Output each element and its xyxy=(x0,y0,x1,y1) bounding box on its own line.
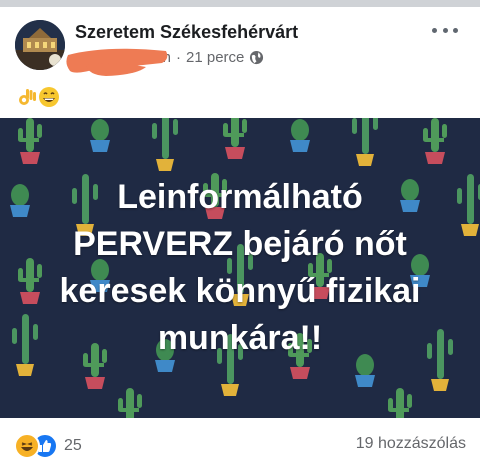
meta-separator: · xyxy=(176,49,181,66)
globe-icon xyxy=(249,50,264,65)
post-message-line: munkára!! xyxy=(157,319,323,357)
redaction-mark xyxy=(66,48,168,76)
post-message-line: Leinformálható xyxy=(117,178,363,216)
group-name[interactable]: Szeretem Székesfehérvárt xyxy=(75,22,298,43)
post-header: Szeretem Székesfehérvárt n · 21 perce xyxy=(0,7,480,85)
dot-icon xyxy=(442,27,448,33)
post-message: Leinformálható PERVERZ bejáró nőt kerese… xyxy=(0,174,480,362)
post-message-line: keresek könnyű fizikai xyxy=(59,272,421,310)
comment-count-link[interactable]: 19 hozzászólás xyxy=(356,435,466,453)
haha-reaction-icon xyxy=(14,433,40,459)
text-background-post[interactable]: Leinformálható PERVERZ bejáró nőt kerese… xyxy=(0,118,480,418)
post-timestamp[interactable]: 21 perce xyxy=(186,49,244,66)
group-avatar[interactable] xyxy=(15,20,65,70)
dot-icon xyxy=(432,27,437,33)
top-divider xyxy=(0,0,480,7)
grinning-face-emoji xyxy=(39,87,59,107)
reactions-summary[interactable]: 25 xyxy=(14,433,82,459)
ok-hand-emoji xyxy=(19,89,36,105)
post-footer: 25 19 hozzászólás xyxy=(0,418,480,470)
dot-icon xyxy=(453,27,458,33)
more-options-button[interactable] xyxy=(432,21,458,39)
post-text-emojis xyxy=(15,86,60,112)
post-message-line: PERVERZ bejáró nőt xyxy=(73,225,407,263)
reaction-count: 25 xyxy=(64,437,82,454)
